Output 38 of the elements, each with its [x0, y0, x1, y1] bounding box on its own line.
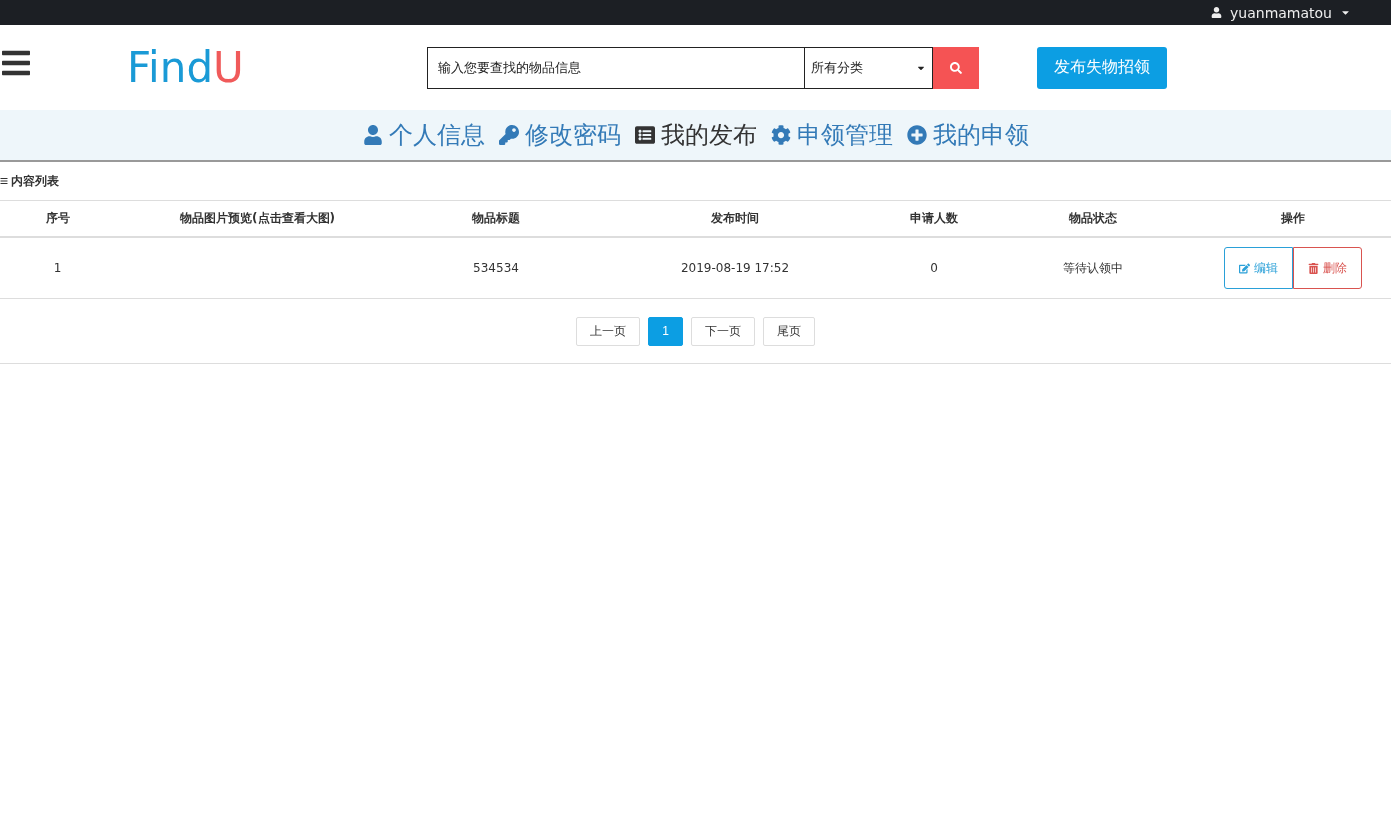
search-button[interactable] — [933, 46, 979, 89]
column-header: 物品图片预览(点击查看大图) — [115, 201, 400, 237]
gear-icon — [770, 125, 791, 145]
user-menu[interactable]: yuanmamatou — [1211, 4, 1351, 21]
nav-link[interactable]: 修改密码 — [498, 119, 621, 151]
nav-link[interactable]: 个人信息 — [362, 119, 485, 151]
trash-icon — [1308, 262, 1319, 274]
delete-button[interactable]: 删除 — [1293, 247, 1362, 289]
column-header: 物品状态 — [990, 201, 1195, 237]
column-header: 发布时间 — [592, 201, 878, 237]
edit-button[interactable]: 编辑 — [1224, 247, 1293, 289]
nav-link[interactable]: 申领管理 — [770, 119, 893, 151]
user-icon — [362, 125, 383, 145]
column-header: 序号 — [0, 201, 115, 237]
panel-title: 内容列表 — [11, 172, 59, 190]
column-header: 申请人数 — [878, 201, 990, 237]
table-cell: 1 — [0, 237, 115, 299]
table-cell: 等待认领中 — [990, 237, 1195, 299]
nav-link[interactable]: 我的发布 — [634, 119, 757, 151]
key-icon — [498, 125, 519, 145]
nav-link[interactable]: 我的申领 — [906, 119, 1029, 151]
table-cell: 0 — [878, 237, 990, 299]
search-icon — [950, 61, 962, 74]
publish-button[interactable]: 发布失物招领 — [1037, 46, 1167, 89]
table-cell: 534534 — [400, 237, 592, 299]
page-button[interactable]: 上一页 — [576, 316, 641, 346]
list-icon — [0, 177, 8, 185]
column-header: 操作 — [1195, 201, 1391, 237]
list-icon — [634, 125, 655, 145]
edit-icon — [1239, 262, 1250, 274]
table-cell: 2019-08-19 17:52 — [592, 237, 878, 299]
search-field[interactable]: 输入您要查找的物品信息 — [427, 46, 805, 89]
page-button[interactable]: 1 — [648, 316, 683, 346]
page-button[interactable]: 尾页 — [762, 316, 815, 346]
user-icon — [1211, 7, 1222, 18]
logo: FindU — [127, 43, 245, 92]
page-button[interactable]: 下一页 — [690, 316, 755, 346]
column-header: 物品标题 — [400, 201, 592, 237]
